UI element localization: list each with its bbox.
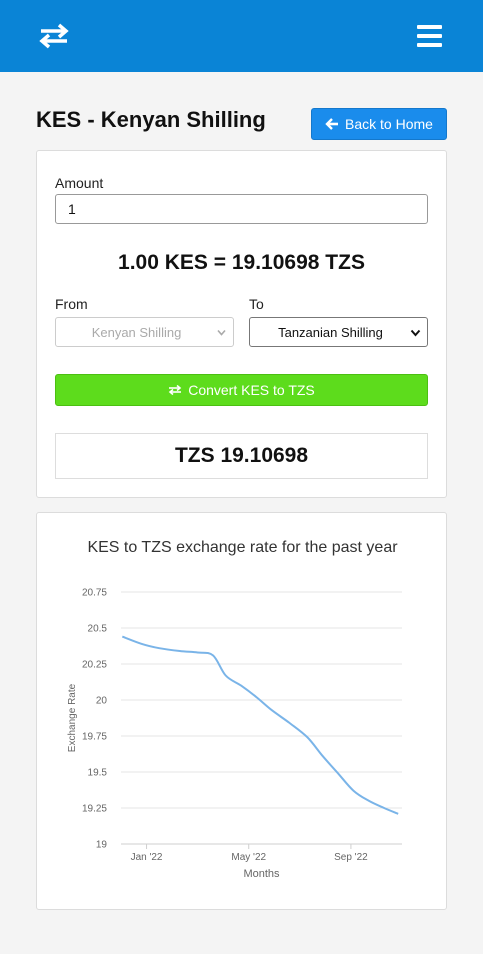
exchange-rate-chart: 20.75 20.5 20.25 20 19.75 19.5 19.25 19 Jan '22 M… [67, 588, 402, 880]
conversion-result: TZS 19.10698 [55, 433, 428, 479]
x-tick-label: Jan '22 [131, 852, 163, 863]
back-to-home-label: Back to Home [345, 116, 433, 132]
y-tick-label: 19.75 [82, 732, 107, 743]
from-currency-select[interactable]: Kenyan Shilling [55, 317, 234, 347]
chevron-down-icon [410, 329, 421, 337]
convert-button[interactable]: Convert KES to TZS [55, 374, 428, 406]
rate-text: 1.00 KES = 19.10698 TZS [118, 251, 365, 274]
to-label: To [249, 296, 264, 312]
amount-input[interactable] [55, 194, 428, 224]
y-tick-label: 20.75 [82, 588, 107, 599]
exchange-rate-chart-card: KES to TZS exchange rate for the past ye… [36, 512, 447, 910]
y-axis-label: Exchange Rate [67, 683, 78, 752]
from-currency-value: Kenyan Shilling [91, 324, 182, 340]
y-tick-label: 20.5 [88, 624, 108, 635]
to-currency-select[interactable]: Tanzanian Shilling [249, 317, 428, 347]
swap-arrows-icon [168, 384, 182, 396]
y-tick-label: 19.5 [88, 768, 108, 779]
page-title: KES - Kenyan Shilling [36, 107, 266, 132]
chevron-down-icon [217, 329, 226, 336]
from-label: From [55, 296, 88, 312]
swap-arrows-icon[interactable] [38, 22, 70, 50]
hamburger-menu-icon[interactable] [414, 22, 446, 50]
back-to-home-button[interactable]: Back to Home [311, 108, 447, 140]
to-currency-value: Tanzanian Shilling [278, 324, 383, 340]
x-tick-label: Sep '22 [334, 852, 368, 863]
y-tick-label: 19 [96, 840, 108, 851]
y-tick-label: 20.25 [82, 660, 107, 671]
y-tick-label: 20 [96, 696, 108, 707]
x-tick-label: May '22 [231, 852, 266, 863]
top-navbar [0, 0, 483, 72]
amount-label: Amount [55, 175, 104, 191]
arrow-left-icon [325, 118, 339, 130]
convert-button-label: Convert KES to TZS [188, 382, 315, 398]
y-tick-label: 19.25 [82, 804, 107, 815]
series-line [121, 635, 399, 815]
converter-card: Amount 1.00 KES = 19.10698 TZS From To K… [36, 150, 447, 498]
x-axis-label: Months [243, 868, 280, 880]
